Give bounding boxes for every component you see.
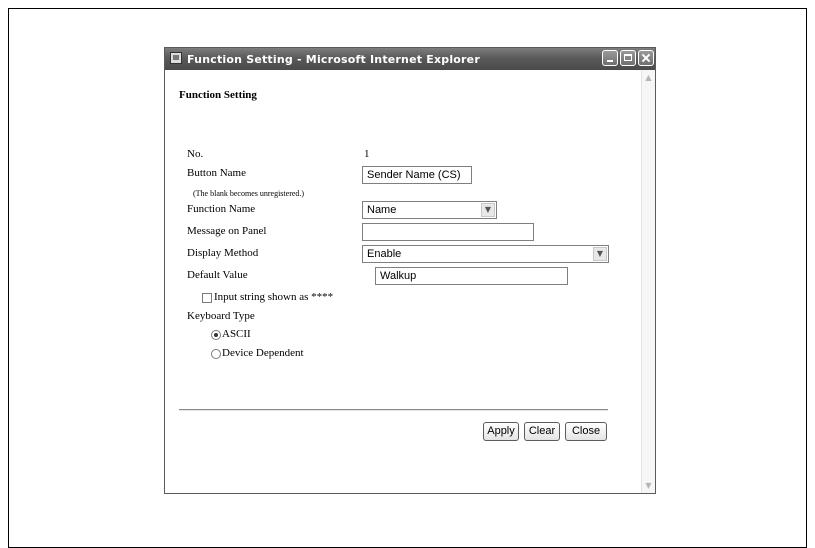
minimize-icon[interactable]	[602, 50, 618, 66]
keyboard-ascii-radio[interactable]	[211, 330, 221, 340]
display-method-label: Display Method	[187, 247, 259, 259]
maximize-icon[interactable]	[620, 50, 636, 66]
browser-window: Function Setting - Microsoft Internet Ex…	[164, 47, 656, 494]
page-title: Function Setting	[179, 89, 257, 101]
blank-note: (The blank becomes unregistered.)	[193, 189, 305, 198]
page-content: Function Setting No. 1 Button Name Sende…	[165, 70, 641, 493]
apply-button[interactable]: Apply	[483, 422, 519, 441]
function-name-select[interactable]: Name ▼	[362, 201, 497, 219]
title-bar[interactable]: Function Setting - Microsoft Internet Ex…	[165, 48, 655, 70]
close-button[interactable]: Close	[565, 422, 607, 441]
keyboard-ascii-label: ASCII	[222, 328, 251, 340]
keyboard-type-label: Keyboard Type	[187, 310, 255, 322]
scroll-up-arrow-icon[interactable]: ▲	[643, 72, 654, 83]
default-value-input[interactable]: Walkup	[375, 267, 568, 285]
clear-button[interactable]: Clear	[524, 422, 560, 441]
dropdown-arrow-icon[interactable]: ▼	[593, 247, 607, 261]
message-input[interactable]	[362, 223, 534, 241]
input-string-label: Input string shown as ****	[214, 291, 334, 303]
no-value: 1	[364, 148, 370, 160]
close-icon[interactable]	[638, 50, 654, 66]
button-name-label: Button Name	[187, 167, 246, 179]
divider	[179, 409, 608, 411]
ie-document-icon	[170, 52, 182, 64]
button-name-input[interactable]: Sender Name (CS)	[362, 166, 472, 184]
function-name-selected: Name	[367, 204, 397, 216]
input-string-checkbox[interactable]	[202, 293, 212, 303]
no-label: No.	[187, 148, 204, 160]
function-name-label: Function Name	[187, 203, 256, 215]
keyboard-device-label: Device Dependent	[222, 347, 304, 359]
display-method-select[interactable]: Enable ▼	[362, 245, 609, 263]
default-value-label: Default Value	[187, 269, 248, 281]
dropdown-arrow-icon[interactable]: ▼	[481, 203, 495, 217]
display-method-selected: Enable	[367, 248, 402, 260]
window-title: Function Setting - Microsoft Internet Ex…	[187, 53, 480, 66]
scroll-down-arrow-icon[interactable]: ▼	[643, 480, 654, 491]
keyboard-device-radio[interactable]	[211, 349, 221, 359]
vertical-scrollbar[interactable]: ▲ ▼	[641, 70, 655, 493]
message-label: Message on Panel	[187, 225, 267, 237]
